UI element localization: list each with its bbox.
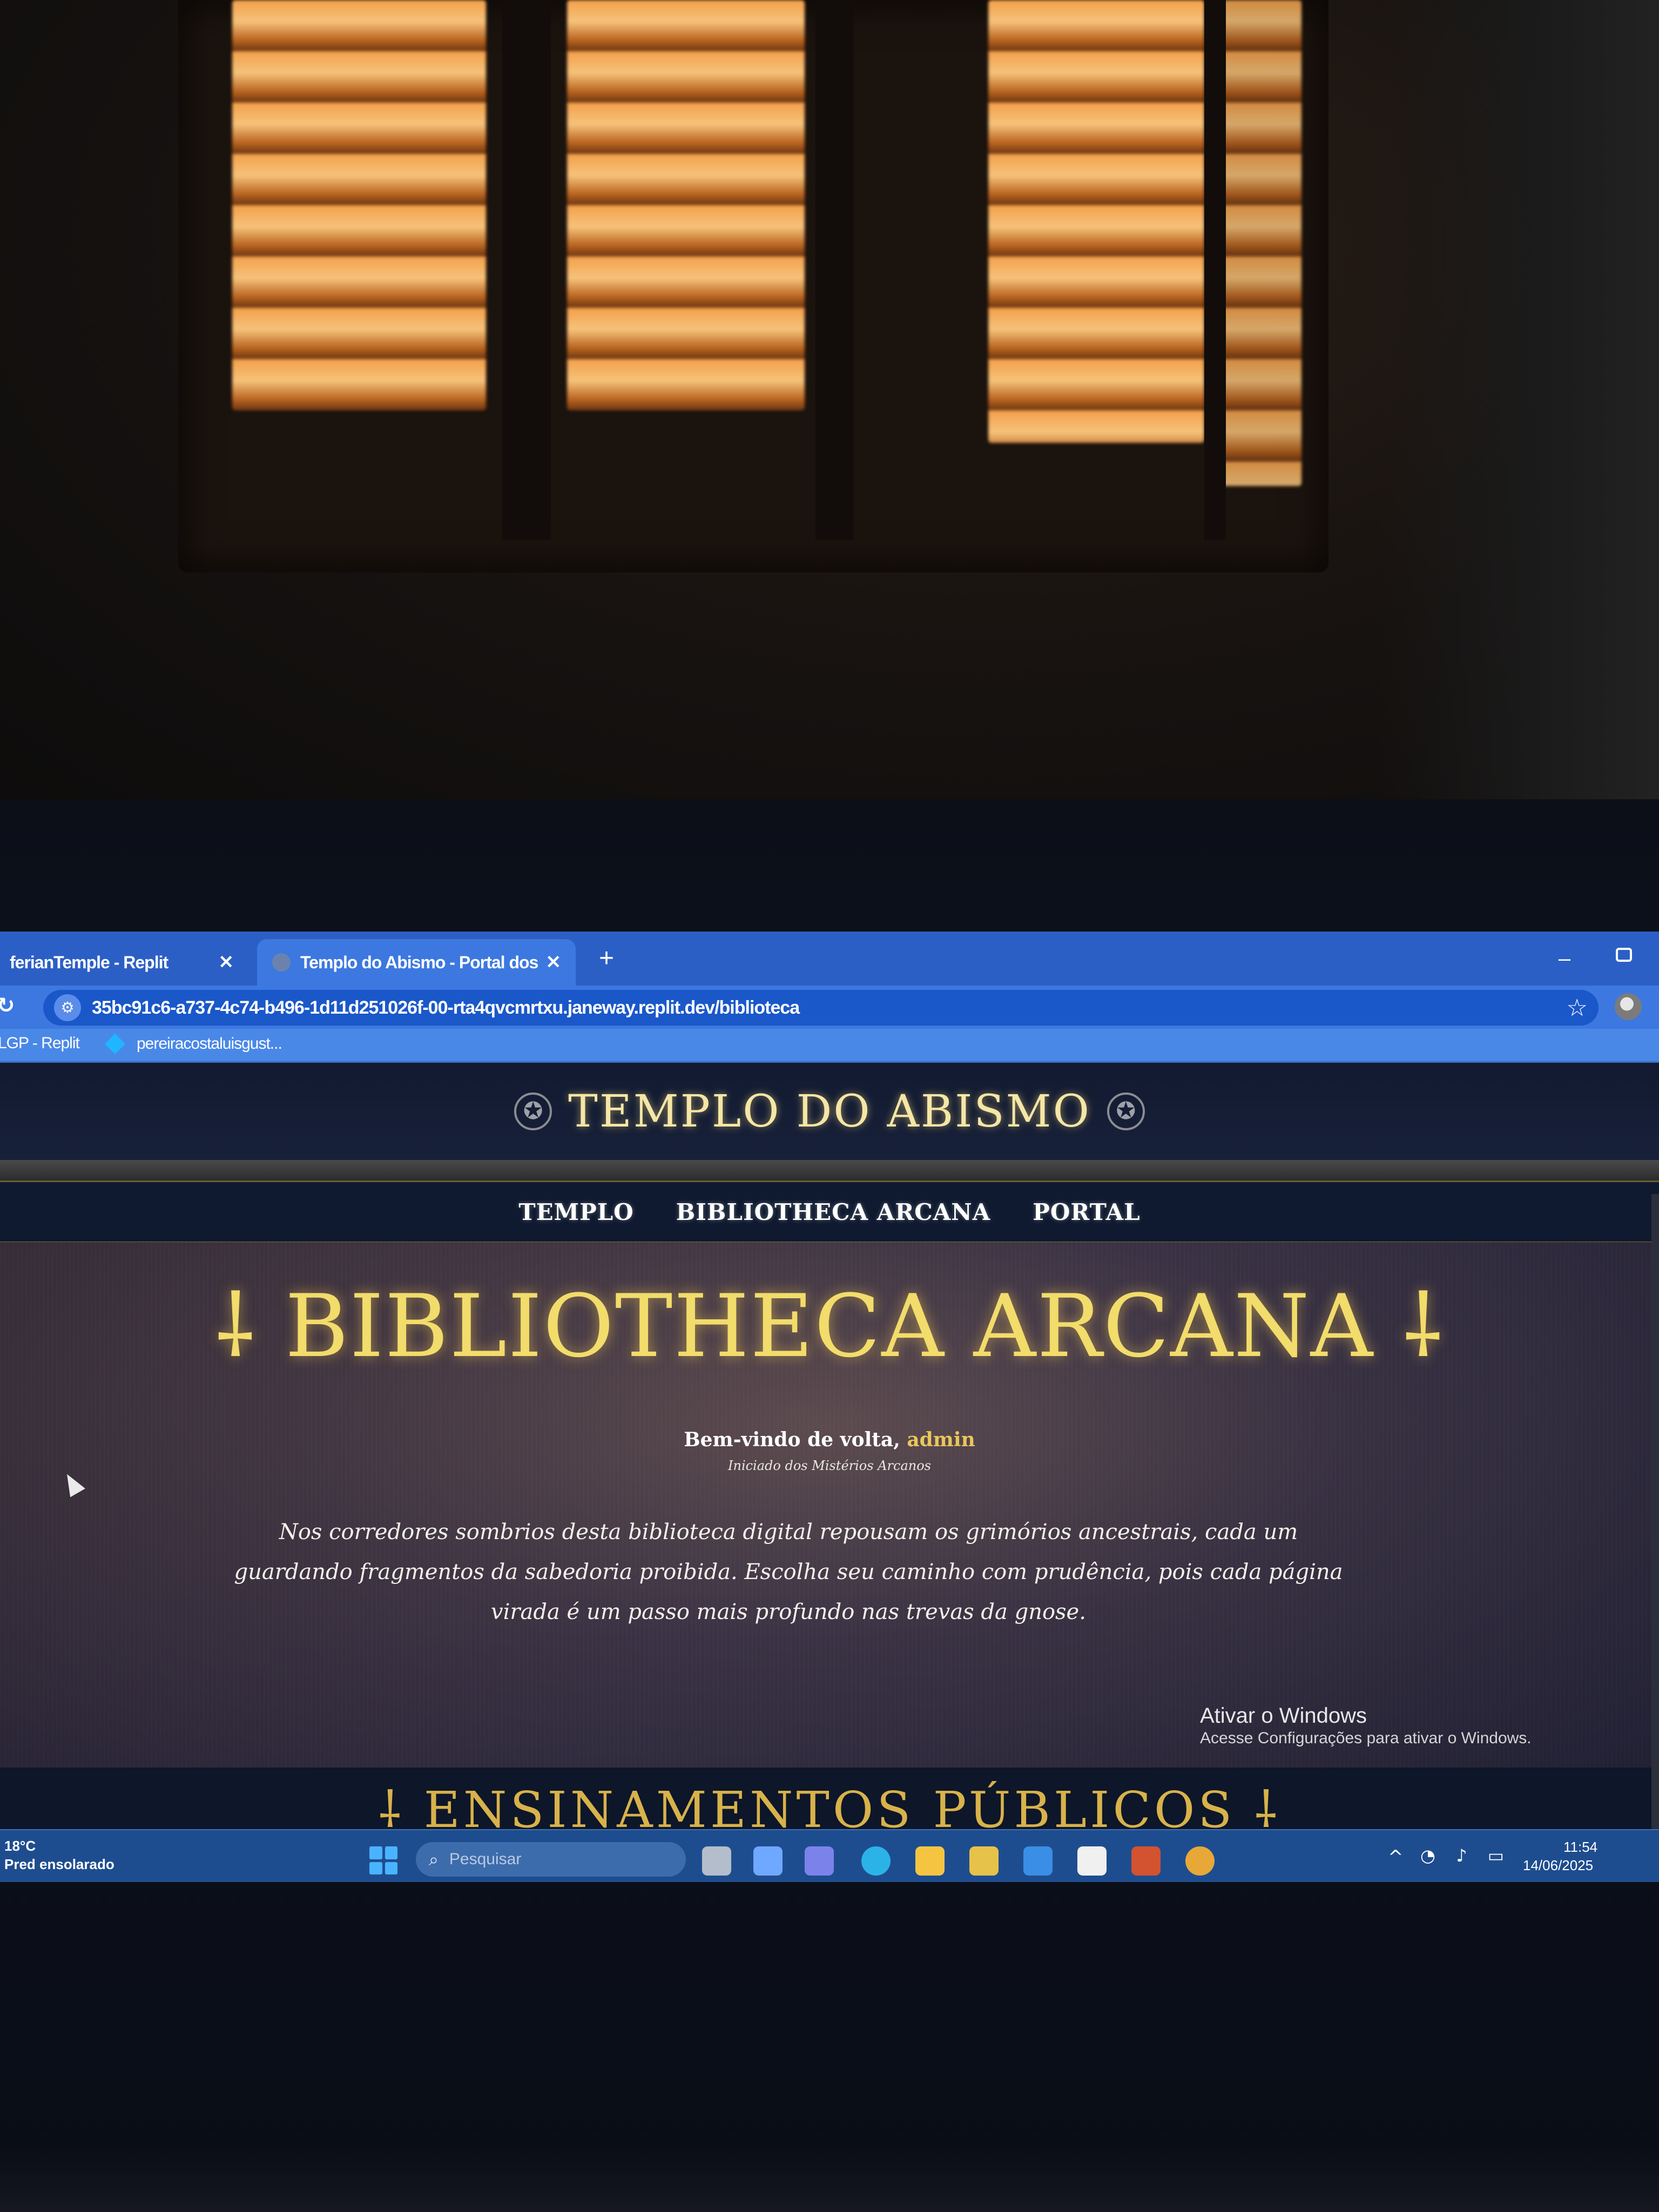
shutter-light <box>1220 0 1301 486</box>
keyboard-edge <box>0 2147 1659 2212</box>
edge-icon[interactable] <box>861 1846 891 1876</box>
pentagram-icon: ✪ <box>1107 1092 1145 1130</box>
store-icon[interactable] <box>969 1846 999 1876</box>
search-icon: ⌕ <box>429 1849 439 1870</box>
site-nav: TEMPLO BIBLIOTHECA ARCANA PORTAL <box>0 1181 1659 1244</box>
powerpoint-icon[interactable] <box>1131 1846 1161 1876</box>
site-info-icon[interactable]: ⚙ <box>54 994 81 1021</box>
shutter-light <box>988 0 1204 443</box>
address-bar[interactable]: ⚙ 35bc91c6-a737-4c74-b496-1d11d251026f-0… <box>43 990 1599 1026</box>
intro-paragraph: Nos corredores sombrios desta biblioteca… <box>234 1520 1343 1624</box>
windows-start-icon[interactable] <box>369 1846 397 1874</box>
bookmark-star-icon[interactable]: ☆ <box>1567 994 1588 1022</box>
close-icon[interactable]: ✕ <box>546 952 561 973</box>
welcome-prefix: Bem-vindo de volta, <box>684 1428 907 1451</box>
site-header: ✪ TEMPLO DO ABISMO ✪ <box>0 1063 1659 1163</box>
chrome-icon[interactable] <box>1185 1846 1215 1876</box>
site-main: ⸸ BIBLIOTHECA ARCANA ⸸ Bem-vindo de volt… <box>0 1242 1659 1839</box>
browser-tab-active[interactable]: Templo do Abismo - Portal dos ✕ <box>257 939 576 986</box>
shutter-light <box>232 0 486 410</box>
bookmark-item[interactable]: pereiracostaluisgust... <box>104 1033 282 1055</box>
url-text[interactable]: 35bc91c6-a737-4c74-b496-1d11d251026f-00-… <box>92 997 800 1019</box>
notepad-icon[interactable] <box>1077 1846 1107 1876</box>
tab-title: ferianTemple - Replit <box>10 952 168 972</box>
window-frame <box>178 0 1328 572</box>
bookmark-item[interactable]: LGP - Replit <box>0 1034 80 1053</box>
clock-date[interactable]: 14/06/2025 <box>1523 1857 1593 1874</box>
window-mullion <box>502 0 551 540</box>
chevron-up-icon[interactable]: ^ <box>1388 1846 1404 1868</box>
favicon-icon <box>272 953 291 972</box>
room-background <box>0 0 1659 821</box>
shutter-light <box>567 0 805 410</box>
file-explorer-icon[interactable] <box>915 1846 945 1876</box>
task-view-icon[interactable] <box>702 1846 731 1876</box>
profile-avatar[interactable] <box>1615 993 1642 1020</box>
nav-link-bibliotheca[interactable]: BIBLIOTHECA ARCANA <box>676 1199 990 1225</box>
diamond-icon <box>104 1033 126 1055</box>
welcome-username: admin <box>907 1428 975 1451</box>
window-mullion <box>1204 0 1226 540</box>
widgets-icon[interactable] <box>753 1846 783 1876</box>
clock-time[interactable]: 11:54 <box>1563 1839 1597 1856</box>
user-rank: Iniciado dos Mistérios Arcanos <box>728 1458 931 1473</box>
reload-icon[interactable]: ↻ <box>0 993 15 1018</box>
room-wall <box>1378 0 1659 821</box>
windows-activation-title: Ativar o Windows <box>1200 1704 1367 1728</box>
nav-link-portal[interactable]: PORTAL <box>1033 1199 1140 1225</box>
minimize-button[interactable]: – <box>1551 947 1578 970</box>
weather-temperature[interactable]: 18°C <box>4 1838 36 1854</box>
laptop-screen: ferianTemple - Replit ✕ Templo do Abismo… <box>0 932 1659 1882</box>
nav-link-templo[interactable]: TEMPLO <box>518 1199 633 1225</box>
search-placeholder: Pesquisar <box>449 1850 522 1868</box>
system-tray-icons[interactable]: ◔ ♪ ▭ <box>1420 1845 1512 1866</box>
browser-tab[interactable]: ferianTemple - Replit ✕ <box>0 939 248 986</box>
bookmark-label: LGP - Replit <box>0 1034 80 1052</box>
scrollbar[interactable] <box>1651 1194 1659 1882</box>
restore-button[interactable] <box>1616 948 1632 962</box>
bookmarks-bar: LGP - Replit pereiracostaluisgust... <box>0 1029 1659 1063</box>
windows-activation-subtitle: Acesse Configurações para ativar o Windo… <box>1200 1729 1532 1747</box>
header-divider <box>0 1160 1659 1182</box>
new-tab-button[interactable]: + <box>591 942 622 975</box>
windows-taskbar: 18°C Pred ensolarado ⌕ Pesquisar ^ ◔ ♪ ▭… <box>0 1829 1659 1882</box>
page-heading: ⸸ BIBLIOTHECA ARCANA ⸸ <box>214 1276 1445 1377</box>
mail-icon[interactable] <box>1023 1846 1053 1876</box>
window-mullion <box>815 0 853 540</box>
weather-description[interactable]: Pred ensolarado <box>4 1856 114 1873</box>
site-title[interactable]: TEMPLO DO ABISMO <box>568 1086 1091 1137</box>
browser-tab-bar: ferianTemple - Replit ✕ Templo do Abismo… <box>0 932 1659 986</box>
tab-title: Templo do Abismo - Portal dos <box>300 952 538 972</box>
pentagram-icon: ✪ <box>514 1092 552 1130</box>
close-icon[interactable]: ✕ <box>219 952 234 973</box>
taskbar-search[interactable]: ⌕ Pesquisar <box>416 1842 686 1877</box>
website-viewport: ✪ TEMPLO DO ABISMO ✪ TEMPLO BIBLIOTHECA … <box>0 1063 1659 1882</box>
browser-toolbar: ↻ ⚙ 35bc91c6-a737-4c74-b496-1d11d251026f… <box>0 986 1659 1029</box>
welcome-message: Bem-vindo de volta, admin <box>0 1428 1659 1451</box>
teams-icon[interactable] <box>805 1846 834 1876</box>
bookmark-label: pereiracostaluisgust... <box>137 1035 282 1053</box>
